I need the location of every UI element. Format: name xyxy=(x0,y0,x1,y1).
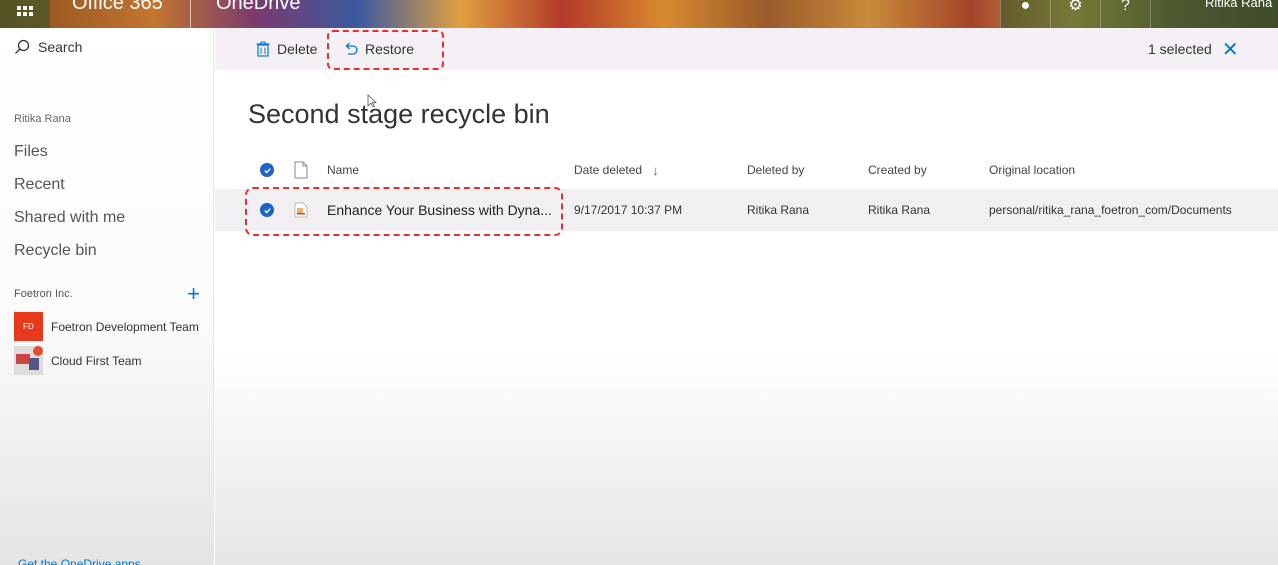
get-app-link[interactable]: Get the OneDrive apps xyxy=(18,557,141,565)
suite-title[interactable]: Office 365 xyxy=(72,0,163,15)
delete-button[interactable]: Delete xyxy=(255,28,317,70)
column-name[interactable]: Name xyxy=(327,152,359,188)
original-location-cell: personal/ritika_rana_foetron_com/Documen… xyxy=(989,203,1232,217)
group-cloud-first[interactable]: Cloud First Team xyxy=(14,346,210,375)
nav-item-recent[interactable]: Recent xyxy=(14,174,125,207)
nav-list: Files Recent Shared with me Recycle bin xyxy=(14,141,125,273)
check-icon xyxy=(260,163,274,177)
nav-item-files[interactable]: Files xyxy=(14,141,125,174)
group-avatar: FD xyxy=(14,312,43,341)
nav-item-recycle-bin[interactable]: Recycle bin xyxy=(14,240,125,273)
deleted-by-cell: Ritika Rana xyxy=(747,203,810,217)
mouse-cursor-icon xyxy=(367,94,377,108)
gear-icon: ⚙ xyxy=(1068,0,1083,14)
waffle-icon xyxy=(17,6,33,16)
nav-owner-name: Ritika Rana xyxy=(14,113,71,125)
column-deleted-by[interactable]: Deleted by xyxy=(747,152,804,188)
org-name: Foetron Inc. xyxy=(14,288,73,300)
bell-icon: ● xyxy=(1020,0,1031,14)
restore-label: Restore xyxy=(365,41,415,57)
suite-bar: Office 365 OneDrive ● ⚙ ? Ritika Rana xyxy=(0,0,1278,28)
column-date-deleted[interactable]: Date deleted ↓ xyxy=(574,152,659,188)
presentation-file-icon xyxy=(294,202,308,218)
select-all-checkbox[interactable] xyxy=(260,152,274,188)
user-name: Ritika Rana xyxy=(1205,0,1273,10)
nav-item-shared[interactable]: Shared with me xyxy=(14,207,125,240)
left-nav: Search Ritika Rana Files Recent Shared w… xyxy=(0,28,214,565)
restore-button[interactable]: Restore xyxy=(343,28,414,70)
check-icon xyxy=(260,203,274,217)
column-original-location[interactable]: Original location xyxy=(989,152,1075,188)
undo-icon xyxy=(345,42,358,55)
search-label: Search xyxy=(38,39,83,55)
command-bar: Delete Restore 1 selected ✕ xyxy=(215,28,1278,70)
help-button[interactable]: ? xyxy=(1100,0,1150,28)
selection-status: 1 selected ✕ xyxy=(1148,28,1239,70)
clear-selection-icon[interactable]: ✕ xyxy=(1222,37,1239,62)
search-box[interactable]: Search xyxy=(14,39,82,55)
created-by-cell: Ritika Rana xyxy=(868,203,931,217)
trash-icon xyxy=(256,41,270,57)
bottom-shade xyxy=(215,350,1278,565)
selected-count: 1 selected xyxy=(1148,41,1212,57)
group-avatar xyxy=(14,346,43,375)
row-checkbox[interactable] xyxy=(260,189,274,231)
app-launcher-button[interactable] xyxy=(0,0,50,28)
table-row[interactable]: Enhance Your Business with Dyna... 9/17/… xyxy=(215,189,1278,231)
file-name-link[interactable]: Enhance Your Business with Dyna... xyxy=(327,189,552,231)
notifications-button[interactable]: ● xyxy=(1000,0,1050,28)
add-group-icon[interactable]: + xyxy=(187,283,200,305)
document-icon xyxy=(294,161,308,179)
user-menu[interactable]: Ritika Rana xyxy=(1150,0,1278,28)
column-created-by[interactable]: Created by xyxy=(868,152,927,188)
search-icon xyxy=(15,39,30,54)
date-deleted-cell: 9/17/2017 10:37 PM xyxy=(574,203,683,217)
column-date-deleted-label: Date deleted xyxy=(574,163,643,177)
file-type-cell xyxy=(294,189,308,231)
help-icon: ? xyxy=(1121,0,1130,14)
group-label: Foetron Development Team xyxy=(51,319,199,334)
page-title: Second stage recycle bin xyxy=(248,99,550,129)
sort-down-icon: ↓ xyxy=(652,162,659,178)
settings-button[interactable]: ⚙ xyxy=(1050,0,1100,28)
group-label: Cloud First Team xyxy=(51,353,142,368)
org-header: Foetron Inc. + xyxy=(14,283,200,305)
app-title[interactable]: OneDrive xyxy=(216,0,300,15)
table-header: Name Date deleted ↓ Deleted by Created b… xyxy=(215,152,1278,188)
file-type-header xyxy=(294,152,308,188)
suite-right-icons: ● ⚙ ? Ritika Rana xyxy=(1000,0,1278,28)
suite-divider xyxy=(190,0,191,28)
group-foetron-development[interactable]: FD Foetron Development Team xyxy=(14,312,210,341)
delete-label: Delete xyxy=(277,41,318,57)
